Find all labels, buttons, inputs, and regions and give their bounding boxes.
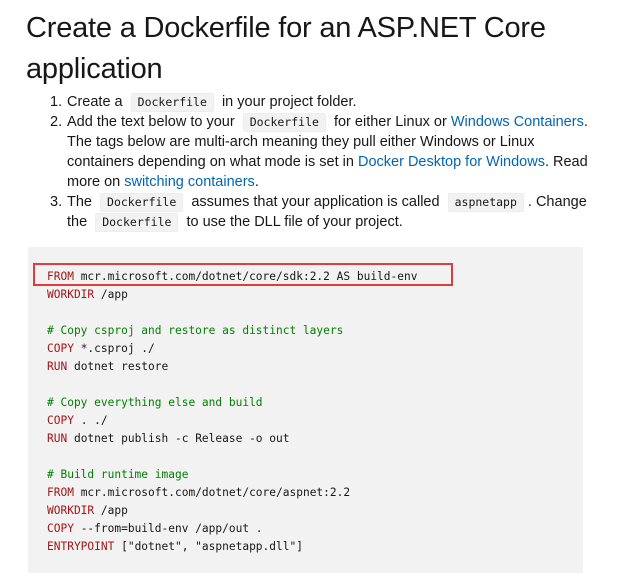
code-line: # Build runtime image (47, 466, 417, 484)
code-line: RUN dotnet publish -c Release -o out (47, 430, 417, 448)
step-1: 1. Create a Dockerfile in your project f… (28, 92, 598, 112)
code-lines: FROM mcr.microsoft.com/dotnet/core/sdk:2… (47, 268, 417, 556)
step-number: 2. (50, 114, 63, 130)
code-value: dotnet restore (67, 360, 169, 373)
code-keyword: RUN (47, 360, 68, 373)
step-text: for either Linux or (333, 114, 447, 130)
step-text: Create a (67, 94, 123, 110)
code-keyword: ENTRYPOINT (47, 540, 115, 553)
code-keyword: COPY (47, 414, 74, 427)
step-3: 3. The Dockerfile assumes that your appl… (28, 192, 598, 232)
step-text: assumes that your application is called (191, 194, 440, 210)
code-value: --from=build-env /app/out . (73, 522, 263, 535)
code-line: WORKDIR /app (47, 286, 417, 304)
code-comment: # Build runtime image (47, 468, 189, 481)
code-line: COPY . ./ (47, 412, 417, 430)
step-text: to use the DLL file of your project. (186, 214, 403, 230)
code-value: . ./ (73, 414, 108, 427)
code-keyword: WORKDIR (47, 504, 95, 517)
code-line: WORKDIR /app (47, 502, 417, 520)
switching-containers-link[interactable]: switching containers (124, 174, 255, 190)
code-keyword: COPY (47, 342, 74, 355)
inline-code-dockerfile: Dockerfile (100, 193, 184, 212)
code-value: *.csproj ./ (73, 342, 155, 355)
dockerfile-code-block: FROM mcr.microsoft.com/dotnet/core/sdk:2… (28, 247, 583, 573)
step-text: The (67, 194, 92, 210)
code-keyword: RUN (47, 432, 68, 445)
code-keyword: COPY (47, 522, 74, 535)
code-line: FROM mcr.microsoft.com/dotnet/core/aspne… (47, 484, 417, 502)
code-line: RUN dotnet restore (47, 358, 417, 376)
inline-code-dockerfile: Dockerfile (242, 113, 326, 132)
code-keyword: WORKDIR (47, 288, 95, 301)
steps-list: 1. Create a Dockerfile in your project f… (28, 92, 598, 232)
windows-containers-link[interactable]: Windows Containers (451, 114, 584, 130)
step-number: 1. (50, 94, 63, 110)
code-line: COPY --from=build-env /app/out . (47, 520, 417, 538)
code-comment: # Copy csproj and restore as distinct la… (47, 324, 344, 337)
inline-code-aspnetapp: aspnetapp (447, 193, 524, 212)
code-line: COPY *.csproj ./ (47, 340, 417, 358)
step-number: 3. (50, 194, 63, 210)
code-value: dotnet publish -c Release -o out (67, 432, 290, 445)
code-keyword: FROM (47, 486, 74, 499)
code-line: # Copy everything else and build (47, 394, 417, 412)
page-title: Create a Dockerfile for an ASP.NET Core … (26, 12, 546, 85)
step-text: . (254, 174, 259, 190)
inline-code-dockerfile: Dockerfile (130, 93, 214, 112)
code-value: ["dotnet", "aspnetapp.dll"] (114, 540, 303, 553)
docker-desktop-link[interactable]: Docker Desktop for Windows (358, 154, 545, 170)
code-value: /app (94, 504, 128, 517)
code-value: mcr.microsoft.com/dotnet/core/aspnet:2.2 (73, 486, 351, 499)
step-text: Add the text below to your (67, 114, 235, 130)
code-line: ENTRYPOINT ["dotnet", "aspnetapp.dll"] (47, 538, 417, 556)
highlight-annotation-box (33, 263, 453, 286)
step-text: in your project folder. (221, 94, 357, 110)
code-value: /app (94, 288, 128, 301)
step-2: 2. Add the text below to your Dockerfile… (28, 112, 598, 192)
inline-code-dockerfile: Dockerfile (95, 213, 179, 232)
code-comment: # Copy everything else and build (47, 396, 263, 409)
code-line: # Copy csproj and restore as distinct la… (47, 322, 417, 340)
